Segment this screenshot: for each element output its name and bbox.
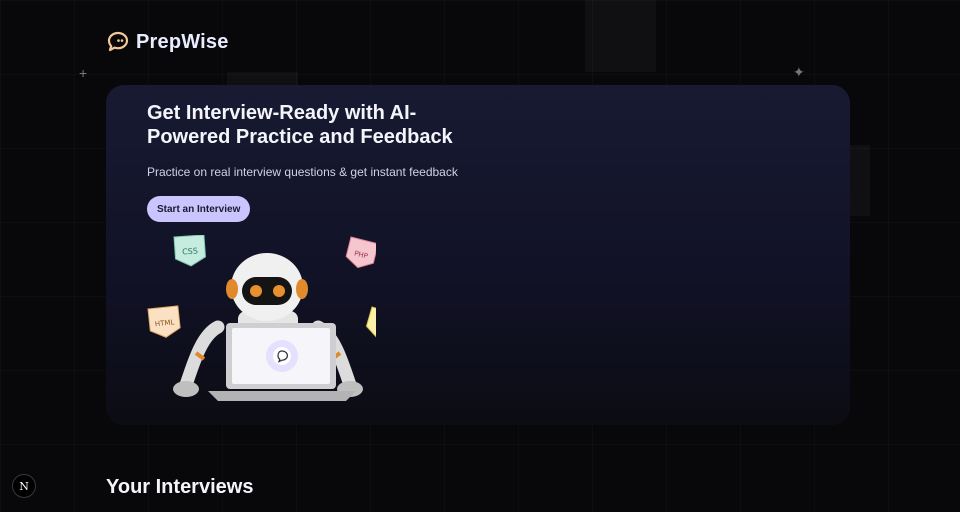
hero-title: Get Interview-Ready with AI-Powered Prac… (147, 102, 453, 148)
hero-card: Get Interview-Ready with AI-Powered Prac… (106, 85, 850, 425)
html-tag-icon: HTML (147, 305, 181, 338)
robot-eye (273, 285, 285, 297)
dev-tools-badge[interactable]: N (12, 474, 36, 498)
navbar[interactable]: PrepWise (106, 30, 229, 54)
css-tag-icon: CSS (173, 235, 206, 267)
bg-tile (227, 72, 298, 86)
sparkle-icon: + (79, 65, 88, 81)
robot-ear (296, 279, 308, 299)
chat-bubble-icon (107, 31, 129, 52)
start-interview-button[interactable]: Start an Interview (147, 196, 251, 222)
robot-left-hand (173, 381, 199, 397)
bg-tile (850, 145, 870, 216)
robot-illustration: CSS PHP HTML JS (147, 235, 376, 401)
robot-ear (226, 279, 238, 299)
brand-name: PrepWise (136, 30, 229, 53)
hero-subtitle: Practice on real interview questions & g… (147, 165, 458, 179)
js-tag-icon: JS (365, 306, 376, 339)
your-interviews-heading: Your Interviews (106, 476, 254, 498)
laptop-base (208, 391, 356, 401)
svg-text:CSS: CSS (182, 246, 198, 256)
sparkle-icon: ✦ (793, 64, 805, 80)
robot-eye (250, 285, 262, 297)
php-tag-icon: PHP (345, 236, 376, 269)
bg-tile (585, 0, 656, 72)
laptop-logo-inner (273, 347, 291, 365)
